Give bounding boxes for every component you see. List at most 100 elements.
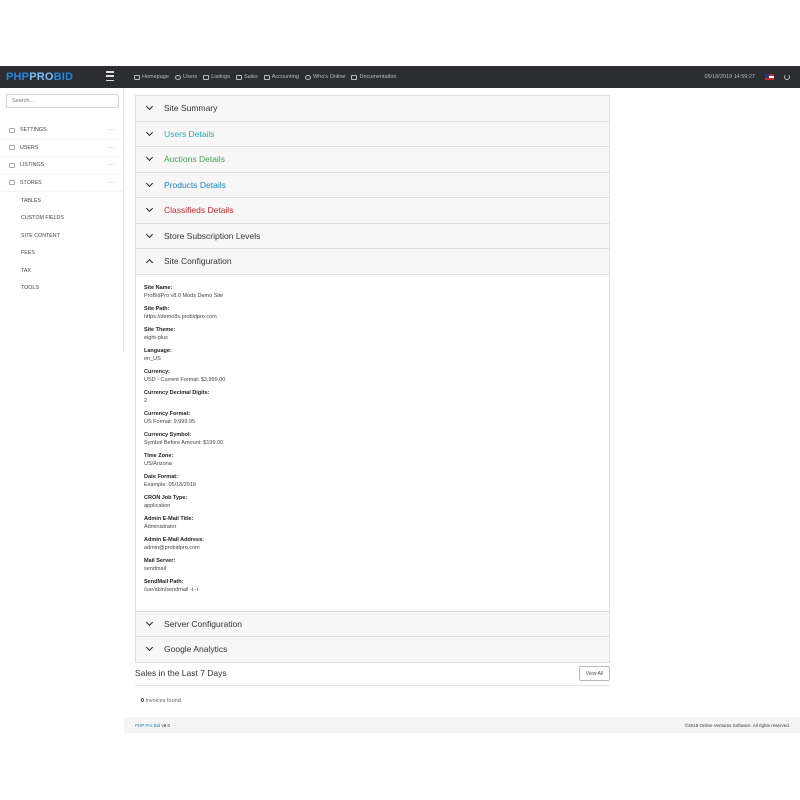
config-row: Admin E-Mail Title: Administrator [144,515,609,531]
panel-auctions-details: Auctions Details [135,146,610,173]
config-value: 2 [144,397,148,404]
chevron-up-icon [145,259,154,267]
config-row: Time Zone: US/Arizona [144,452,609,468]
more-icon[interactable]: ··· [108,180,116,186]
chevron-down-icon [145,128,154,136]
panel-header[interactable]: Google Analytics [136,637,609,662]
panel-header[interactable]: Site Configuration [136,249,609,274]
wallet-icon [263,74,270,80]
config-row: CRON Job Type: application [144,494,609,510]
panel-header[interactable]: Users Details [136,122,609,147]
config-row: Site Name: ProBidPro v8.0 Mods Demo Site [144,284,609,300]
list-icon [9,162,15,168]
config-row: Currency Symbol: Symbol Before Amount: $1… [144,431,609,447]
sidebar-search-input[interactable] [6,94,119,108]
gavel-icon [203,74,210,80]
top-right-area: 05/18/2019 14:59:27 [705,66,790,88]
config-value: ProBidPro v8.0 Mods Demo Site [144,292,224,299]
users-icon [174,74,181,80]
user-icon [9,145,15,151]
config-key: Currency Format: [144,410,191,417]
nav-accounting[interactable]: Accounting [263,74,299,80]
config-key: SendMail Path: [144,578,184,585]
sidebar-item-tables[interactable]: TABLES [0,192,124,210]
panel-classifieds-details: Classifieds Details [135,197,610,224]
panel-users-details: Users Details [135,120,610,147]
sidebar-item-users[interactable]: USERS ··· [0,140,124,157]
nav-listings[interactable]: Listings [203,74,230,80]
sidebar-item-tools[interactable]: TOOLS [0,280,124,298]
nav-documentation[interactable]: Documentation [351,74,396,80]
config-row: Currency: USD - Current Format: $3,999.00 [144,368,609,384]
online-icon [304,74,311,80]
panel-products-details: Products Details [135,171,610,198]
panel-google-analytics: Google Analytics [135,636,610,663]
power-icon[interactable] [784,74,790,80]
config-key: Admin E-Mail Address: [144,536,204,543]
more-icon[interactable]: ··· [108,162,116,168]
config-key: Admin E-Mail Title: [144,515,194,522]
config-value: application [144,502,171,509]
more-icon[interactable]: ··· [108,145,116,151]
config-key: Site Name: [144,284,173,291]
panel-store-subscription-levels: Store Subscription Levels [135,222,610,249]
server-datetime: 05/18/2019 14:59:27 [704,74,755,80]
site-configuration-body: Site Name: ProBidPro v8.0 Mods Demo Site S… [136,273,609,611]
config-key: Time Zone: [144,452,174,459]
book-icon [351,74,358,80]
sales-title: Sales in the Last 7 Days [135,668,227,678]
config-key: Language: [144,347,172,354]
calendar-icon [235,74,242,80]
panel-header[interactable]: Site Summary [136,96,609,121]
config-value: admin@probidpro.com [144,544,200,551]
config-value: https://demo8x.probidpro.com [144,313,217,320]
main-nav: Homepage Users Listings Sales Accounting… [134,66,396,88]
footer-left: PHP Pro Bid v8.0 [135,723,170,728]
sidebar-item-settings[interactable]: SETTINGS ··· [0,122,124,140]
cart-icon [9,180,15,186]
config-key: Currency Symbol: [144,431,192,438]
footer-brand-link[interactable]: PHP Pro Bid [135,723,160,728]
invoices-status: 0 invoices found. [141,698,183,704]
panel-header[interactable]: Store Subscription Levels [136,224,609,249]
sidebar-menu: SETTINGS ··· USERS ··· LISTINGS ··· STORES ·… [0,122,124,297]
panel-header[interactable]: Auctions Details [136,147,609,172]
nav-users[interactable]: Users [174,74,197,80]
chevron-down-icon [145,154,154,162]
sales-section-header: Sales in the Last 7 Days View All [135,666,610,686]
panel-header[interactable]: Products Details [136,173,609,198]
config-value: sendmail [144,565,167,572]
chevron-down-icon [145,644,154,652]
sidebar-item-listings[interactable]: LISTINGS ··· [0,157,124,175]
config-key: Currency: [144,368,170,375]
config-key: Date Format: [144,473,178,480]
more-icon[interactable]: ··· [108,127,116,133]
panel-header[interactable]: Server Configuration [136,612,609,637]
config-value: Example: 05/18/2019 [144,481,196,488]
footer: PHP Pro Bid v8.0 ©2019 Online Ventures S… [124,717,800,733]
dashboard-accordion: Site Summary Users Details Auctions Deta… [135,95,610,663]
panel-site-configuration: Site Configuration Site Name: ProBidPro v… [135,248,610,612]
panel-header[interactable]: Classifieds Details [136,198,609,223]
sidebar-item-site-content[interactable]: SITE CONTENT [0,227,124,245]
config-value: US/Arizona [144,460,172,467]
sidebar: SETTINGS··· USERS··· LISTINGS··· STORES·… [0,88,124,352]
nav-whos-online[interactable]: Who's Online [304,74,345,80]
chevron-down-icon [145,179,154,187]
menu-toggle-icon[interactable] [106,71,114,81]
sidebar-item-fees[interactable]: FEES [0,245,124,263]
config-row: Site Theme: eight-plus [144,326,609,342]
sidebar-item-custom-fields[interactable]: CUSTOM FIELDS [0,210,124,228]
chevron-down-icon [145,230,154,238]
view-all-button[interactable]: View All [579,666,610,681]
sidebar-item-stores[interactable]: STORES ··· [0,175,124,192]
config-row: Site Path: https://demo8x.probidpro.com [144,305,609,321]
config-value: eight-plus [144,334,168,341]
us-flag-icon[interactable] [765,74,774,80]
sidebar-item-tax[interactable]: TAX [0,262,124,280]
config-row: SendMail Path:/usr/sbin/sendmail -t -i [144,578,609,594]
nav-sales[interactable]: Sales [235,74,258,80]
nav-homepage[interactable]: Homepage [134,74,169,80]
config-key: Site Path: [144,305,170,312]
monitor-icon [134,74,140,80]
